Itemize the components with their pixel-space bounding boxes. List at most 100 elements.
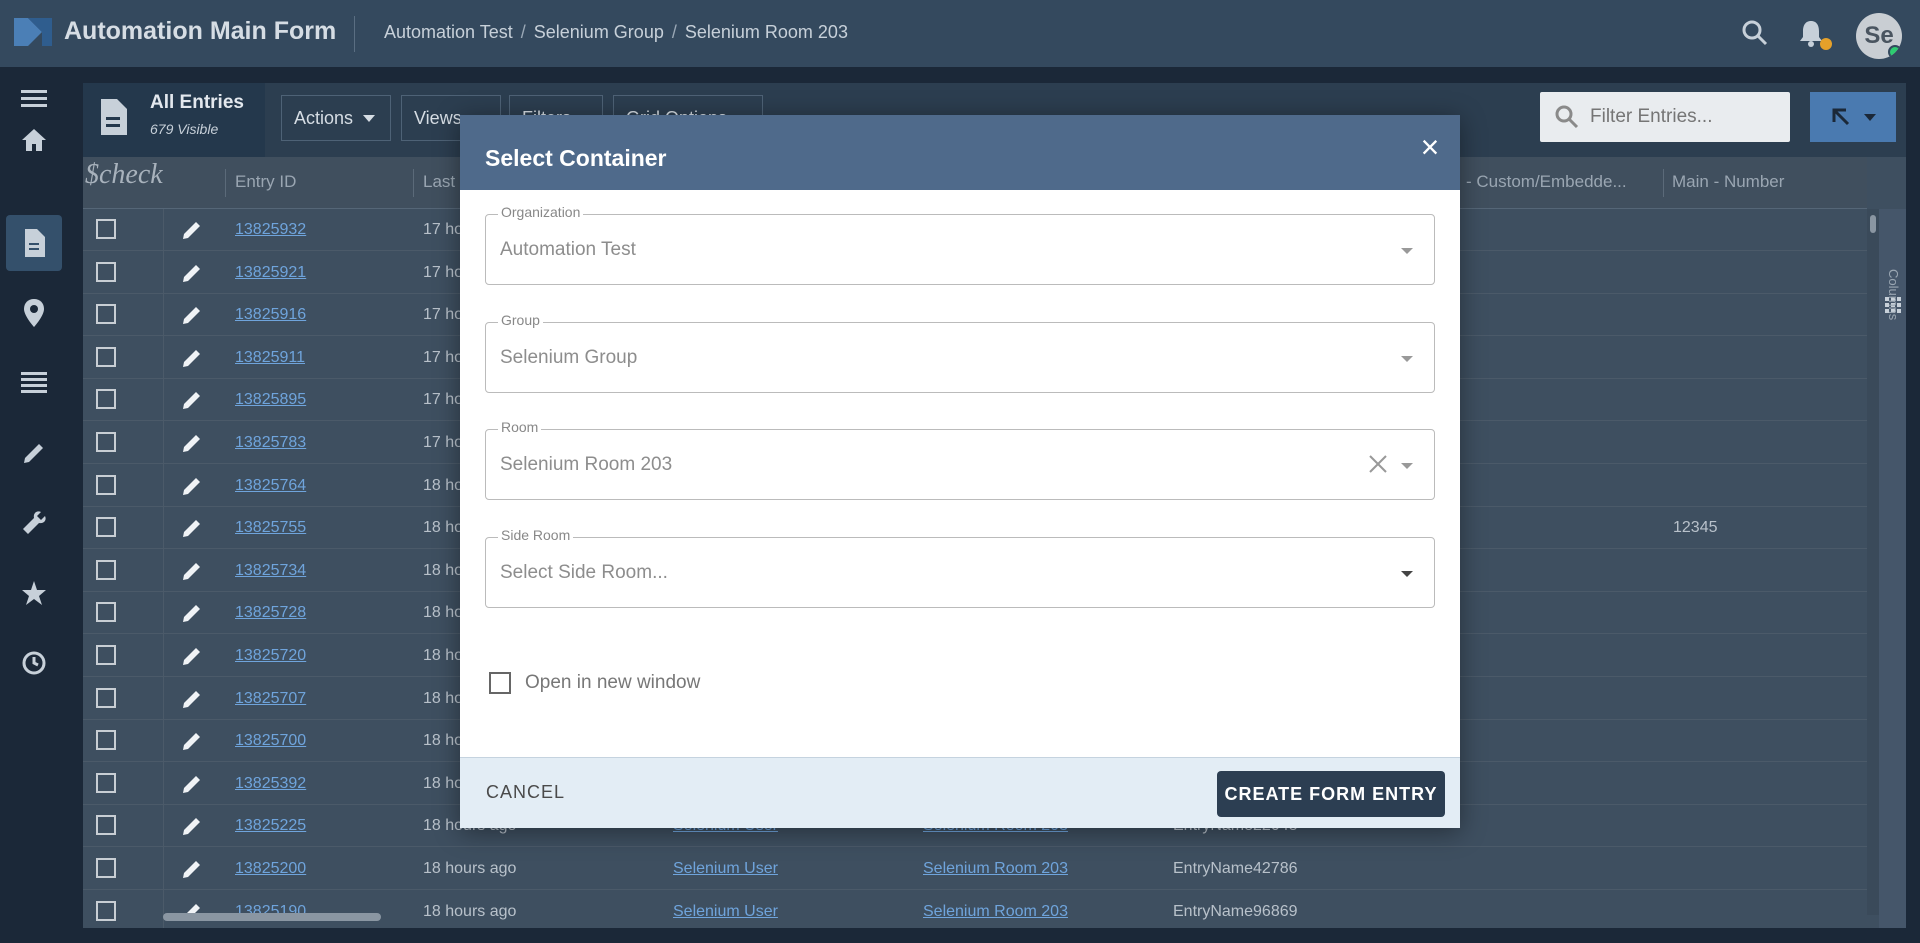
entry-id-link[interactable]: 13825895 — [235, 391, 306, 409]
row-checkbox[interactable] — [96, 730, 116, 751]
chevron-down-icon[interactable] — [1401, 356, 1413, 362]
row-checkbox[interactable] — [96, 815, 116, 836]
create-form-entry-button[interactable]: CREATE FORM ENTRY — [1217, 771, 1445, 817]
entries-document-icon[interactable] — [6, 215, 62, 271]
edit-pencil-icon[interactable] — [181, 475, 203, 497]
clear-icon[interactable] — [1366, 452, 1390, 476]
scrollbar-thumb[interactable] — [163, 913, 381, 921]
column-header-last[interactable]: Last — [423, 172, 455, 192]
room-value: Selenium Room 203 — [500, 454, 673, 475]
vertical-scrollbar[interactable] — [1867, 209, 1879, 915]
chevron-down-icon[interactable] — [1401, 248, 1413, 254]
row-checkbox[interactable] — [96, 346, 116, 367]
edit-pencil-icon[interactable] — [181, 432, 203, 454]
breadcrumb-organization[interactable]: Automation Test — [384, 22, 513, 43]
entry-id-link[interactable]: 13825225 — [235, 817, 306, 835]
column-header-custom-embedded[interactable]: - Custom/Embedde... — [1466, 172, 1627, 192]
entry-id-link[interactable]: 13825728 — [235, 604, 306, 622]
entry-id-link[interactable]: 13825734 — [235, 562, 306, 580]
row-checkbox[interactable] — [96, 474, 116, 495]
list-icon[interactable] — [6, 355, 62, 411]
row-checkbox[interactable] — [96, 559, 116, 580]
entry-id-link[interactable]: 13825932 — [235, 221, 306, 239]
column-header-main-number[interactable]: Main - Number — [1672, 172, 1784, 192]
close-icon[interactable]: × — [1415, 131, 1445, 163]
side-room-select[interactable]: Side Room Select Side Room... — [485, 527, 1435, 608]
row-checkbox[interactable] — [96, 432, 116, 452]
group-select[interactable]: Group Selenium Group — [485, 312, 1435, 393]
all-entries-panel[interactable]: All Entries 679 Visible — [83, 83, 265, 157]
horizontal-scrollbar[interactable] — [163, 910, 1867, 922]
row-checkbox[interactable] — [96, 261, 116, 282]
edit-pencil-icon[interactable] — [181, 262, 203, 284]
row-checkbox[interactable] — [96, 517, 116, 538]
edit-pencil-icon[interactable] — [181, 773, 203, 795]
edit-pencil-icon[interactable] — [181, 602, 203, 624]
entry-id-link[interactable]: 13825916 — [235, 306, 306, 324]
edit-pencil-icon[interactable] — [181, 517, 203, 539]
edit-pencil-icon[interactable] — [181, 645, 203, 667]
entry-id-link[interactable]: 13825921 — [235, 264, 306, 282]
column-header-check[interactable]: $check — [85, 159, 163, 191]
edit-pencil-icon[interactable] — [181, 730, 203, 752]
search-icon[interactable] — [1740, 18, 1770, 48]
row-checkbox[interactable] — [96, 304, 116, 325]
row-checkbox[interactable] — [96, 858, 116, 878]
entry-id-link[interactable]: 13825720 — [235, 647, 306, 665]
column-divider — [225, 169, 226, 197]
entry-id-link[interactable]: 13825200 — [235, 860, 306, 878]
edit-pencil-icon[interactable] — [181, 304, 203, 326]
wrench-icon[interactable] — [6, 495, 62, 551]
row-checkbox[interactable] — [96, 645, 116, 665]
entry-id-link[interactable]: 13825911 — [235, 349, 305, 367]
star-icon[interactable] — [6, 565, 62, 621]
filter-entries-input[interactable] — [1590, 106, 1790, 128]
entry-id-link[interactable]: 13825700 — [235, 732, 306, 750]
entry-id-link[interactable]: 13825392 — [235, 775, 306, 793]
table-row[interactable]: 13825200 18 hours ago Selenium User Seleniu… — [83, 848, 1867, 890]
app-logo-icon[interactable] — [14, 14, 54, 50]
avatar[interactable]: Se — [1856, 13, 1902, 59]
chevron-down-icon[interactable] — [1401, 463, 1413, 469]
user-link[interactable]: Selenium User — [673, 860, 778, 878]
row-checkbox[interactable] — [96, 219, 116, 239]
edit-pencil-icon[interactable] — [181, 219, 203, 241]
edit-pencil-icon[interactable] — [181, 347, 203, 369]
organization-select[interactable]: Organization Automation Test — [485, 204, 1435, 285]
row-checkbox[interactable] — [96, 687, 116, 708]
room-select[interactable]: Room Selenium Room 203 — [485, 419, 1435, 500]
edit-pencil-icon[interactable] — [181, 688, 203, 710]
edit-pencil-icon[interactable] — [181, 389, 203, 411]
filter-entries-field[interactable] — [1540, 92, 1790, 142]
edit-pencil-icon[interactable] — [181, 858, 203, 880]
row-checkbox[interactable] — [96, 900, 116, 921]
last-updated-cell: 18 ho — [423, 519, 464, 537]
entry-id-link[interactable]: 13825764 — [235, 477, 306, 495]
pencil-icon[interactable] — [6, 425, 62, 481]
breadcrumb-room[interactable]: Selenium Room 203 — [685, 22, 848, 43]
home-icon[interactable] — [6, 112, 62, 168]
edit-pencil-icon[interactable] — [181, 815, 203, 837]
navigate-button[interactable] — [1810, 92, 1896, 142]
row-checkbox[interactable] — [96, 772, 116, 793]
modal-footer: CANCEL CREATE FORM ENTRY — [460, 757, 1460, 828]
history-icon[interactable] — [6, 635, 62, 691]
location-pin-icon[interactable] — [6, 285, 62, 341]
open-new-window-option[interactable]: Open in new window — [489, 672, 700, 694]
column-header-entry-id[interactable]: Entry ID — [235, 172, 296, 192]
open-new-window-label[interactable]: Open in new window — [525, 672, 700, 694]
entry-id-link[interactable]: 13825783 — [235, 434, 306, 452]
breadcrumb-group[interactable]: Selenium Group — [534, 22, 664, 43]
cancel-button[interactable]: CANCEL — [486, 782, 565, 803]
edit-pencil-icon[interactable] — [181, 560, 203, 582]
open-new-window-checkbox[interactable] — [489, 672, 511, 694]
row-checkbox[interactable] — [96, 389, 116, 410]
entry-id-link[interactable]: 13825755 — [235, 519, 306, 537]
row-checkbox[interactable] — [96, 602, 116, 623]
chevron-down-icon[interactable] — [1401, 571, 1413, 577]
room-link[interactable]: Selenium Room 203 — [923, 860, 1068, 878]
actions-button[interactable]: Actions — [281, 95, 391, 141]
breadcrumb-separator: / — [520, 22, 526, 42]
scrollbar-thumb[interactable] — [1870, 215, 1876, 233]
entry-id-link[interactable]: 13825707 — [235, 690, 306, 708]
